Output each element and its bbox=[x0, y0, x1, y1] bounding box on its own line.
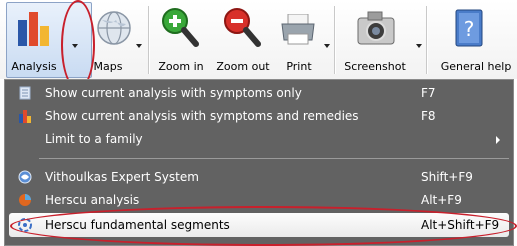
menu-item-shortcut: Alt+F9 bbox=[421, 193, 462, 207]
zoom-out-icon bbox=[224, 8, 261, 47]
toolbar-item-zoom-out[interactable]: Zoom out bbox=[212, 0, 274, 79]
menu-item-shortcut: Shift+F9 bbox=[421, 170, 473, 184]
menu-item-limit-to-family[interactable]: Limit to a family bbox=[5, 128, 513, 150]
toolbar-label-zoom-in: Zoom in bbox=[158, 60, 204, 73]
zoom-in-icon bbox=[162, 8, 199, 47]
chevron-down-icon[interactable] bbox=[416, 44, 422, 48]
toolbar-item-screenshot[interactable]: Screenshot bbox=[336, 0, 422, 79]
menu-item-shortcut: F8 bbox=[421, 109, 436, 123]
menu-item-shortcut: F7 bbox=[421, 86, 436, 100]
toolbar-label-screenshot: Screenshot bbox=[344, 60, 406, 73]
menu-item-vithoulkas-expert-system[interactable]: Vithoulkas Expert System Shift+F9 bbox=[5, 166, 513, 188]
menu-item-symptoms-only[interactable]: Show current analysis with symptoms only… bbox=[5, 82, 513, 104]
toolbar-item-maps[interactable]: Maps bbox=[90, 0, 150, 79]
globe-icon bbox=[97, 11, 131, 45]
menu-item-label: Limit to a family bbox=[45, 132, 143, 146]
menu-item-label: Show current analysis with symptoms only bbox=[45, 86, 302, 100]
toolbar-item-zoom-in[interactable]: Zoom in bbox=[150, 0, 210, 79]
camera-icon bbox=[357, 11, 395, 45]
menu-item-label: Herscu analysis bbox=[45, 193, 140, 207]
submenu-arrow-icon bbox=[496, 136, 500, 144]
analysis-chart-icon bbox=[19, 110, 31, 123]
document-icon bbox=[19, 86, 31, 100]
menu-item-label: Vithoulkas Expert System bbox=[45, 170, 199, 184]
toolbar-label-zoom-out: Zoom out bbox=[216, 60, 270, 73]
chevron-down-icon[interactable] bbox=[136, 44, 142, 48]
toolbar-label-general-help: General help bbox=[440, 60, 512, 73]
menu-item-label: Show current analysis with symptoms and … bbox=[45, 109, 359, 123]
toolbar-item-print[interactable]: Print bbox=[274, 0, 330, 79]
toolbar-separator bbox=[148, 6, 149, 74]
herscu-icon bbox=[19, 194, 31, 206]
svg-text:?: ? bbox=[464, 17, 475, 41]
annotation-highlight-dropdown bbox=[61, 0, 95, 90]
help-book-icon: ? bbox=[455, 9, 483, 47]
toolbar-separator bbox=[334, 6, 335, 74]
analysis-chart-icon bbox=[18, 12, 49, 46]
chevron-down-icon[interactable] bbox=[324, 44, 330, 48]
printer-icon bbox=[281, 14, 315, 45]
toolbar: Analysis Maps Zoom in Zoom out Print Scr… bbox=[0, 0, 517, 90]
toolbar-label-maps: Maps bbox=[93, 60, 123, 73]
toolbar-separator bbox=[426, 6, 427, 74]
toolbar-label-print: Print bbox=[286, 60, 312, 73]
menu-separator bbox=[39, 158, 509, 159]
toolbar-item-general-help[interactable]: ? General help bbox=[428, 0, 517, 79]
toolbar-label-analysis: Analysis bbox=[11, 60, 57, 73]
annotation-highlight-menu-item bbox=[10, 206, 517, 246]
expert-system-icon bbox=[18, 170, 32, 184]
menu-item-symptoms-and-remedies[interactable]: Show current analysis with symptoms and … bbox=[5, 105, 513, 127]
